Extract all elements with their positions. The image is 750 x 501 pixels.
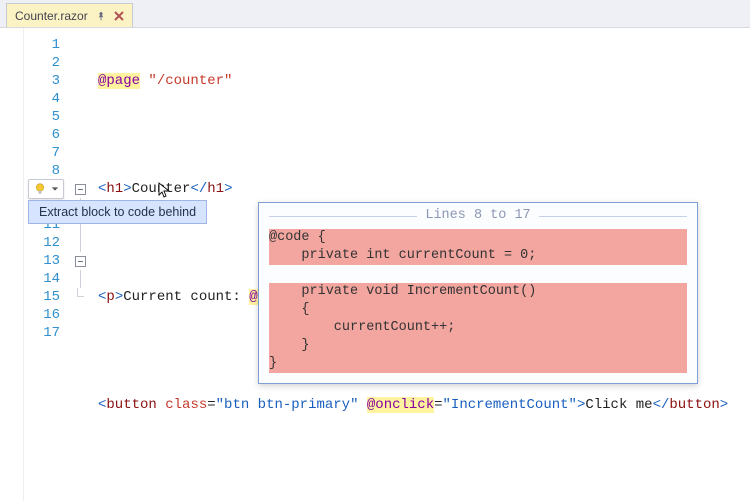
fold-toggle-icon[interactable] bbox=[75, 184, 86, 195]
line-number: 13 bbox=[24, 252, 60, 270]
tab-strip: Counter.razor bbox=[0, 0, 750, 28]
preview-line: private int currentCount = 0; bbox=[269, 247, 687, 265]
file-tab[interactable]: Counter.razor bbox=[6, 3, 133, 27]
preview-line: currentCount++; bbox=[269, 319, 687, 337]
code-line: <button class="btn btn-primary" @onclick… bbox=[98, 396, 750, 414]
line-number: 16 bbox=[24, 306, 60, 324]
quick-action-label: Extract block to code behind bbox=[39, 205, 196, 219]
preview-line: } bbox=[269, 337, 687, 355]
mouse-cursor-icon bbox=[158, 182, 170, 198]
line-number: 6 bbox=[24, 126, 60, 144]
code-line: <h1>Counter</h1> bbox=[98, 180, 750, 198]
line-number: 14 bbox=[24, 270, 60, 288]
line-number-gutter: 1 2 3 4 5 6 7 8 9 10 11 12 13 14 15 16 1… bbox=[24, 28, 70, 501]
line-number: 12 bbox=[24, 234, 60, 252]
line-number: 3 bbox=[24, 72, 60, 90]
quick-action-item[interactable]: Extract block to code behind bbox=[28, 200, 207, 224]
lightbulb-icon bbox=[33, 182, 47, 196]
line-number: 7 bbox=[24, 144, 60, 162]
line-number: 17 bbox=[24, 324, 60, 342]
pin-icon[interactable] bbox=[96, 11, 106, 21]
lightbulb-menu: Extract block to code behind bbox=[28, 179, 64, 199]
line-number: 4 bbox=[24, 90, 60, 108]
preview-line: } bbox=[269, 355, 687, 373]
line-number: 5 bbox=[24, 108, 60, 126]
lightbulb-button[interactable] bbox=[28, 179, 64, 199]
line-number: 15 bbox=[24, 288, 60, 306]
fold-margin bbox=[70, 28, 90, 501]
refactor-preview-panel: Lines 8 to 17 @code { private int curren… bbox=[258, 202, 698, 384]
chevron-down-icon bbox=[51, 185, 59, 193]
fold-toggle-icon[interactable] bbox=[75, 256, 86, 267]
preview-line: @code { bbox=[269, 229, 687, 247]
refactor-preview-title: Lines 8 to 17 bbox=[425, 207, 530, 225]
code-line: @page "/counter" bbox=[98, 72, 750, 90]
refactor-preview-body: @code { private int currentCount = 0; pr… bbox=[259, 227, 697, 383]
line-number: 1 bbox=[24, 36, 60, 54]
preview-line: private void IncrementCount() bbox=[269, 283, 687, 301]
preview-line bbox=[269, 265, 687, 283]
refactor-preview-header: Lines 8 to 17 bbox=[259, 203, 697, 227]
close-icon[interactable] bbox=[114, 11, 124, 21]
file-tab-label: Counter.razor bbox=[15, 9, 88, 23]
line-number: 2 bbox=[24, 54, 60, 72]
indicator-margin bbox=[0, 28, 24, 501]
preview-line: { bbox=[269, 301, 687, 319]
line-number: 8 bbox=[24, 162, 60, 180]
